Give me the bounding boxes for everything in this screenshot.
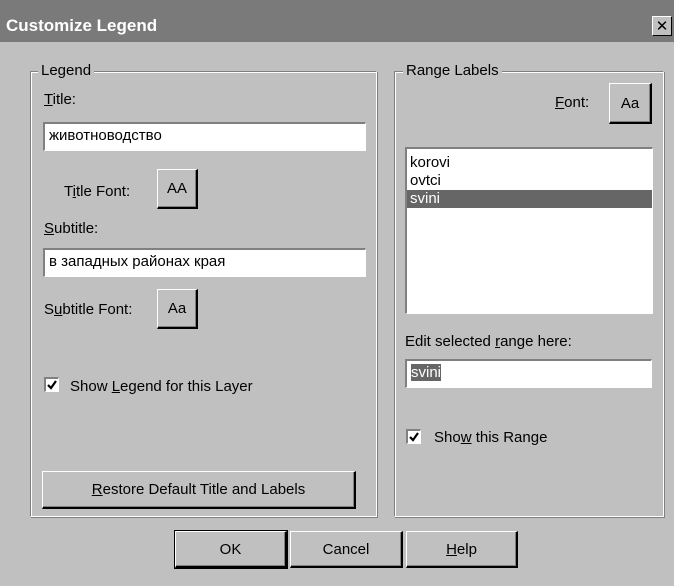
title-font-button[interactable]: AA xyxy=(157,169,198,209)
show-legend-label: Show Legend for this Layer xyxy=(70,378,253,395)
list-item-ovtci[interactable]: ovtci xyxy=(407,172,652,190)
show-legend-checkbox[interactable] xyxy=(44,377,59,392)
range-font-label: Font: xyxy=(555,94,590,111)
restore-default-button[interactable]: Restore Default Title and Labels xyxy=(42,471,356,509)
edit-range-input[interactable]: svini xyxy=(405,359,652,388)
ok-button[interactable]: OK xyxy=(174,530,288,569)
checkmark-icon xyxy=(409,432,419,442)
legend-group-label: Legend xyxy=(38,62,95,79)
title-font-label: Title Font: xyxy=(64,183,131,200)
window-title: Customize Legend xyxy=(6,16,158,35)
edit-range-label: Edit selected range here: xyxy=(405,333,572,350)
close-icon: ✕ xyxy=(655,18,669,35)
range-font-button[interactable]: Aa xyxy=(609,83,652,124)
title-label: Title: xyxy=(44,91,76,108)
ranges-listbox[interactable]: korovi ovtci svini xyxy=(405,147,653,314)
show-range-label: Show this Range xyxy=(434,429,548,446)
show-range-checkbox[interactable] xyxy=(406,429,421,444)
subtitle-font-label: Subtitle Font: xyxy=(44,301,133,318)
list-item-svini[interactable]: svini xyxy=(407,190,652,208)
subtitle-input[interactable]: в западных районах края xyxy=(43,248,366,277)
cancel-button[interactable]: Cancel xyxy=(290,531,403,568)
close-button[interactable]: ✕ xyxy=(652,16,672,36)
help-button[interactable]: Help xyxy=(406,531,518,568)
list-item-korovi[interactable]: korovi xyxy=(407,154,652,172)
title-bar: Customize Legend ✕ xyxy=(0,0,674,42)
title-input[interactable]: животноводство xyxy=(43,122,366,151)
range-labels-group-label: Range Labels xyxy=(403,62,502,79)
subtitle-font-button[interactable]: Aa xyxy=(157,289,198,329)
checkmark-icon xyxy=(47,380,57,390)
subtitle-label: Subtitle: xyxy=(44,220,99,237)
